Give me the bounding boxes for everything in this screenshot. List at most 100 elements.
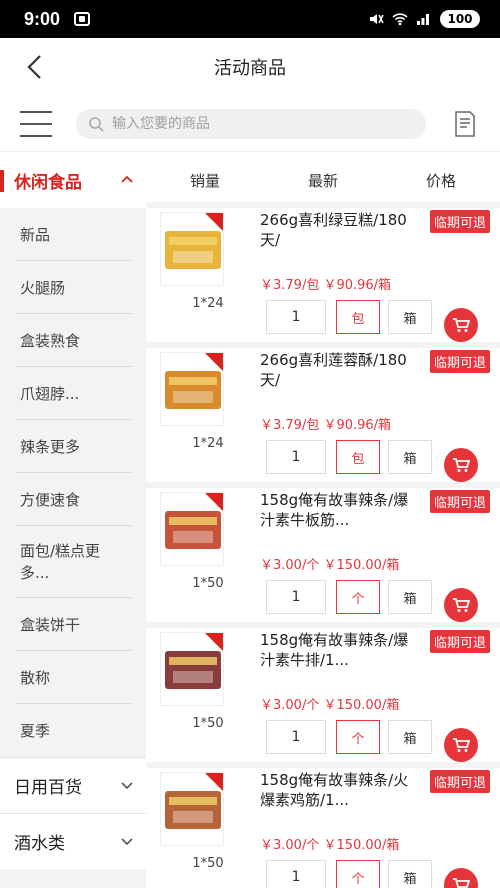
subcategory-list: 新品 火腿肠 盒装熟食 爪翅脖... 辣条更多 方便速食 面包/糕点更多... … (0, 208, 146, 757)
product-name[interactable]: 158g俺有故事辣条/爆汁素牛排/1... (260, 630, 416, 670)
cart-icon (453, 458, 470, 472)
battery-indicator: 100 (440, 10, 480, 28)
product-image[interactable] (160, 772, 224, 846)
quantity-input[interactable]: 1 (266, 300, 326, 334)
promo-badge (205, 353, 223, 371)
back-icon[interactable] (20, 52, 50, 82)
category-active[interactable]: 休闲食品 (0, 152, 146, 208)
search-input[interactable] (112, 115, 312, 132)
active-indicator (0, 170, 4, 192)
mute-icon (370, 14, 384, 24)
promo-badge (205, 773, 223, 791)
status-icons: 100 (368, 10, 480, 28)
subcategory-item[interactable]: 盒装熟食 (0, 314, 146, 367)
quantity-input[interactable]: 1 (266, 440, 326, 474)
product-spec: 1*24 (192, 296, 224, 311)
product-card[interactable]: 1*50 158g俺有故事辣条/火爆素鸡筋/1... 临期可退 ￥3.00/个 … (146, 762, 500, 888)
product-name[interactable]: 266g喜利莲蓉酥/180天/ (260, 350, 416, 390)
unit-option-selected[interactable]: 包 (336, 300, 380, 334)
product-name[interactable]: 158g俺有故事辣条/爆汁素牛板筋... (260, 490, 416, 530)
return-tag: 临期可退 (429, 770, 490, 793)
sort-tabs: 销量 最新 价格 (146, 152, 500, 208)
product-price: ￥3.00/个 ￥150.00/箱 (260, 698, 400, 713)
search-row (0, 96, 500, 152)
add-to-cart-button[interactable] (444, 308, 478, 342)
product-spec: 1*50 (192, 716, 224, 731)
unit-option-selected[interactable]: 包 (336, 440, 380, 474)
tab-newest[interactable]: 最新 (264, 170, 382, 191)
promo-badge (205, 633, 223, 651)
cart-icon (453, 738, 470, 752)
product-card[interactable]: 1*24 266g喜利莲蓉酥/180天/ 临期可退 ￥3.79/包 ￥90.96… (146, 342, 500, 482)
unit-option[interactable]: 箱 (388, 720, 432, 754)
category-label: 日用百货 (14, 778, 82, 798)
add-to-cart-button[interactable] (444, 588, 478, 622)
product-image[interactable] (160, 632, 224, 706)
subcategory-item[interactable]: 夏季 (0, 704, 146, 757)
product-card[interactable]: 1*24 266g喜利绿豆糕/180天/ 临期可退 ￥3.79/包 ￥90.96… (146, 202, 500, 342)
header: 活动商品 (0, 38, 500, 96)
chevron-up-icon (121, 175, 133, 183)
search-icon (89, 116, 104, 132)
page-title: 活动商品 (214, 58, 286, 79)
product-price: ￥3.79/包 ￥90.96/箱 (260, 278, 392, 293)
subcategory-item[interactable]: 火腿肠 (0, 261, 146, 314)
category-label: 休闲食品 (14, 172, 82, 193)
add-to-cart-button[interactable] (444, 728, 478, 762)
product-name[interactable]: 266g喜利绿豆糕/180天/ (260, 210, 416, 250)
content-area: 休闲食品 新品 火腿肠 盒装熟食 爪翅脖... 辣条更多 方便速食 面包/糕点更… (0, 152, 500, 888)
category-sidebar: 休闲食品 新品 火腿肠 盒装熟食 爪翅脖... 辣条更多 方便速食 面包/糕点更… (0, 152, 146, 888)
unit-option-selected[interactable]: 个 (336, 860, 380, 888)
tab-sales[interactable]: 销量 (146, 170, 264, 191)
promo-badge (205, 213, 223, 231)
unit-option[interactable]: 箱 (388, 300, 432, 334)
return-tag: 临期可退 (429, 630, 490, 653)
add-to-cart-button[interactable] (444, 448, 478, 482)
product-card[interactable]: 1*50 158g俺有故事辣条/爆汁素牛排/1... 临期可退 ￥3.00/个 … (146, 622, 500, 762)
subcategory-item[interactable]: 面包/糕点更多... (0, 526, 146, 598)
chevron-down-icon (121, 782, 133, 790)
product-name[interactable]: 158g俺有故事辣条/火爆素鸡筋/1... (260, 770, 416, 810)
unit-option[interactable]: 箱 (388, 440, 432, 474)
category-item[interactable]: 日用百货 (0, 757, 146, 813)
return-tag: 临期可退 (429, 210, 490, 233)
product-panel: 销量 最新 价格 1*24 266g喜利绿豆糕/180天/ 临期可退 ￥3.79… (146, 152, 500, 888)
product-spec: 1*50 (192, 856, 224, 871)
product-price: ￥3.79/包 ￥90.96/箱 (260, 418, 392, 433)
subcategory-item[interactable]: 爪翅脖... (0, 367, 146, 420)
product-image[interactable] (160, 212, 224, 286)
product-price: ￥3.00/个 ￥150.00/箱 (260, 558, 400, 573)
search-box[interactable] (76, 108, 426, 139)
quantity-input[interactable]: 1 (266, 580, 326, 614)
product-price: ￥3.00/个 ￥150.00/箱 (260, 838, 400, 853)
product-image[interactable] (160, 352, 224, 426)
screenshot-icon (74, 12, 91, 26)
status-bar: 9:00 100 (0, 0, 500, 38)
tab-price[interactable]: 价格 (382, 170, 500, 191)
category-item[interactable]: 酒水类 (0, 813, 146, 869)
product-spec: 1*24 (192, 436, 224, 451)
product-spec: 1*50 (192, 576, 224, 591)
subcategory-item[interactable]: 辣条更多 (0, 420, 146, 473)
order-list-icon[interactable] (450, 109, 480, 139)
product-image[interactable] (160, 492, 224, 566)
cart-icon (453, 878, 470, 888)
subcategory-item[interactable]: 方便速食 (0, 473, 146, 526)
add-to-cart-button[interactable] (444, 868, 478, 888)
quantity-input[interactable]: 1 (266, 860, 326, 888)
menu-icon[interactable] (20, 110, 52, 137)
product-card[interactable]: 1*50 158g俺有故事辣条/爆汁素牛板筋... 临期可退 ￥3.00/个 ￥… (146, 482, 500, 622)
chevron-down-icon (121, 838, 133, 846)
unit-option-selected[interactable]: 个 (336, 720, 380, 754)
subcategory-item[interactable]: 散称 (0, 651, 146, 704)
wifi-icon (392, 13, 408, 26)
subcategory-item[interactable]: 盒装饼干 (0, 598, 146, 651)
unit-option[interactable]: 箱 (388, 580, 432, 614)
subcategory-item[interactable]: 新品 (0, 208, 146, 261)
unit-option[interactable]: 箱 (388, 860, 432, 888)
quantity-input[interactable]: 1 (266, 720, 326, 754)
return-tag: 临期可退 (429, 490, 490, 513)
cart-icon (453, 318, 470, 332)
status-time: 9:00 (24, 8, 61, 29)
unit-option-selected[interactable]: 个 (336, 580, 380, 614)
